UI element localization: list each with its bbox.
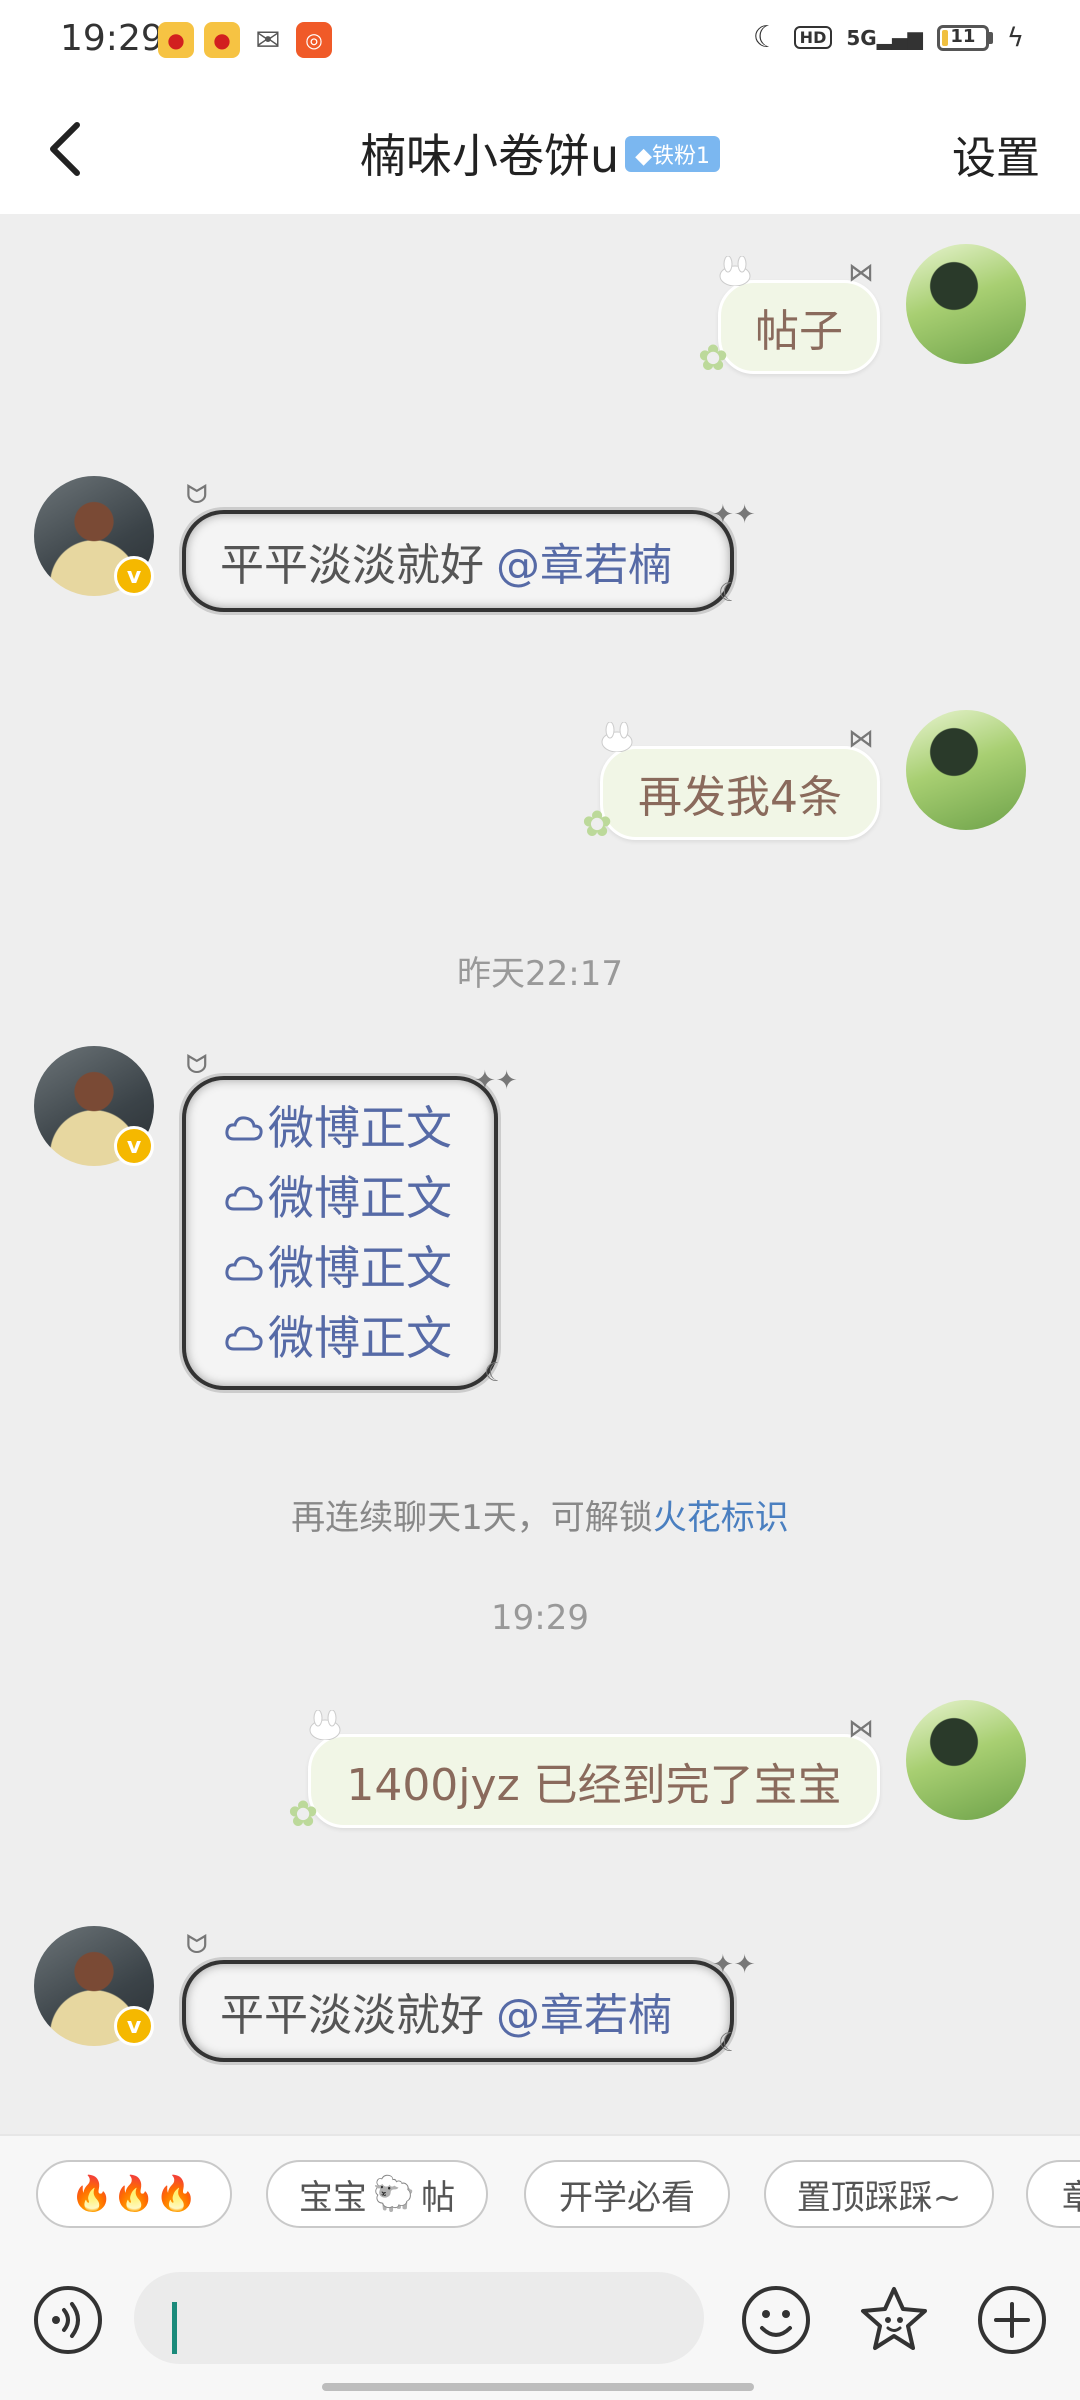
chat-title[interactable]: 楠味小卷饼u ◆铁粉1 — [0, 120, 1080, 186]
weibo-post-link[interactable]: 微博正文 — [224, 1163, 452, 1233]
quick-reply-label: 🔥🔥🔥 — [70, 2174, 198, 2214]
quick-reply-chip[interactable]: 🔥🔥🔥 — [36, 2160, 232, 2228]
sparkle-icon: ✦✦ — [712, 1950, 756, 1980]
sheep-icon: 🐑 — [372, 2174, 416, 2214]
hd-icon: HD — [793, 26, 833, 49]
settings-button[interactable]: 设置 — [952, 122, 1040, 186]
weibo-post-label: 微博正文 — [268, 1311, 452, 1365]
quick-reply-label: 帖 — [421, 2177, 456, 2218]
message-bubble[interactable]: 再发我4条 — [600, 746, 880, 840]
butterfly-icon: ᗢ — [186, 480, 208, 510]
cloud-icon — [225, 1186, 263, 1211]
sticker-icon[interactable] — [858, 2284, 930, 2356]
signal-icon: 5G▂▄▆ — [846, 25, 923, 50]
quick-reply-label: 章 — [1062, 2170, 1080, 2219]
weibo-notify-icon: ● — [204, 22, 240, 58]
message-text: 1400jyz 已经到完了宝宝 — [346, 1760, 842, 1811]
text-cursor — [172, 2302, 177, 2354]
mention-link[interactable]: @章若楠 — [496, 529, 672, 593]
bow-icon: ⋈ — [848, 724, 874, 754]
timestamp: 昨天22:17 — [457, 954, 623, 994]
bunny-icon — [719, 256, 751, 286]
bunny-icon — [601, 722, 633, 752]
status-right: ☾ HD 5G▂▄▆ 11 ϟ — [753, 20, 1024, 55]
quick-reply-label: 置顶踩踩~ — [796, 2177, 962, 2218]
sparkle-icon: ✦✦ — [712, 500, 756, 530]
emoji-icon[interactable] — [740, 2284, 812, 2356]
weibo-post-link[interactable]: 微博正文 — [224, 1093, 452, 1163]
home-indicator[interactable] — [322, 2383, 754, 2391]
cloud-icon — [225, 1256, 263, 1281]
quick-reply-chip[interactable]: 章 — [1026, 2160, 1080, 2228]
message-bubble[interactable]: 微博正文 微博正文 微博正文 微博正文 — [186, 1080, 494, 1386]
clover-icon: ✿ — [288, 1794, 319, 1835]
battery-level: 11 — [950, 25, 976, 47]
contact-name: 楠味小卷饼u — [359, 129, 620, 183]
bunny-icon — [309, 1710, 341, 1740]
weibo-post-link[interactable]: 微博正文 — [224, 1233, 452, 1303]
message-bubble[interactable]: 平平淡淡就好 @章若楠 — [186, 1964, 730, 2058]
system-message-text: 再连续聊天1天，可解锁 — [291, 1498, 653, 1538]
fan-badge: ◆铁粉1 — [625, 135, 721, 172]
fan-badge-label: 铁粉1 — [652, 143, 711, 169]
clover-icon: ✿ — [698, 338, 729, 379]
battery-icon: 11 — [936, 24, 993, 51]
weibo-notify-icon: ● — [158, 22, 194, 58]
bow-icon: ⋈ — [848, 1714, 874, 1744]
weibo-post-label: 微博正文 — [268, 1171, 452, 1225]
input-bar — [0, 2254, 1080, 2400]
quick-reply-chip[interactable]: 置顶踩踩~ — [764, 2160, 994, 2228]
message-text: 再发我4条 — [638, 772, 842, 823]
my-avatar[interactable] — [906, 244, 1026, 364]
message-text: 平平淡淡就好 — [220, 540, 484, 591]
network-label: 5G — [846, 25, 877, 50]
timestamp: 19:29 — [491, 1598, 589, 1638]
status-time: 19:29 — [60, 18, 164, 59]
verified-icon: v — [114, 2006, 154, 2046]
verified-icon: v — [114, 556, 154, 596]
weibo-post-link[interactable]: 微博正文 — [224, 1303, 452, 1373]
app-notify-icon: ◎ — [296, 22, 332, 58]
voice-icon[interactable] — [32, 2284, 104, 2356]
charging-icon: ϟ — [1006, 22, 1024, 53]
clover-icon: ✿ — [582, 804, 613, 845]
message-bubble[interactable]: 1400jyz 已经到完了宝宝 — [308, 1734, 880, 1828]
sparkle-icon: ✦✦ — [474, 1066, 518, 1096]
weibo-post-label: 微博正文 — [268, 1241, 452, 1295]
message-text: 帖子 — [755, 306, 843, 357]
quick-reply-bar[interactable]: 🔥🔥🔥 宝宝🐑帖 开学必看 置顶踩踩~ 章 — [0, 2134, 1080, 2256]
moon-icon: ☾ — [718, 2028, 742, 2058]
message-input[interactable] — [134, 2272, 704, 2364]
status-bar: 19:29 ● ● ✉ ◎ ☾ HD 5G▂▄▆ 11 ϟ — [0, 0, 1080, 84]
system-message: 再连续聊天1天，可解锁火花标识 — [0, 1490, 1080, 1539]
my-avatar[interactable] — [906, 710, 1026, 830]
spark-badge-link[interactable]: 火花标识 — [653, 1498, 789, 1538]
message-bubble[interactable]: 平平淡淡就好 @章若楠 — [186, 514, 730, 608]
butterfly-icon: ᗢ — [186, 1050, 208, 1080]
my-avatar[interactable] — [906, 1700, 1026, 1820]
moon-icon: ☾ — [718, 578, 742, 608]
chat-area[interactable]: 帖子 ⋈ ✿ v 平平淡淡就好 @章若楠 ᗢ ✦✦ ☾ 再发我4条 ⋈ ✿ 昨天2… — [0, 214, 1080, 2134]
quick-reply-chip[interactable]: 宝宝 🐑 帖 — [266, 2160, 488, 2228]
cloud-icon — [225, 1326, 263, 1351]
quick-reply-label: 宝宝 — [298, 2177, 367, 2218]
mention-link[interactable]: @章若楠 — [496, 1979, 672, 2043]
chat-header: 楠味小卷饼u ◆铁粉1 设置 — [0, 84, 1080, 214]
message-text: 平平淡淡就好 — [220, 1990, 484, 2041]
quick-reply-chip[interactable]: 开学必看 — [524, 2160, 730, 2228]
verified-icon: v — [114, 1126, 154, 1166]
cloud-icon — [225, 1116, 263, 1141]
bow-icon: ⋈ — [848, 258, 874, 288]
plus-icon[interactable] — [976, 2284, 1048, 2356]
quick-reply-label: 开学必看 — [559, 2177, 695, 2218]
diamond-icon: ◆ — [635, 143, 653, 169]
weibo-post-label: 微博正文 — [268, 1101, 452, 1155]
message-bubble[interactable]: 帖子 — [718, 280, 880, 374]
wechat-icon: ✉ — [255, 22, 281, 58]
moon-icon: ☾ — [484, 1358, 508, 1388]
moon-icon: ☾ — [752, 20, 780, 55]
butterfly-icon: ᗢ — [186, 1930, 208, 1960]
